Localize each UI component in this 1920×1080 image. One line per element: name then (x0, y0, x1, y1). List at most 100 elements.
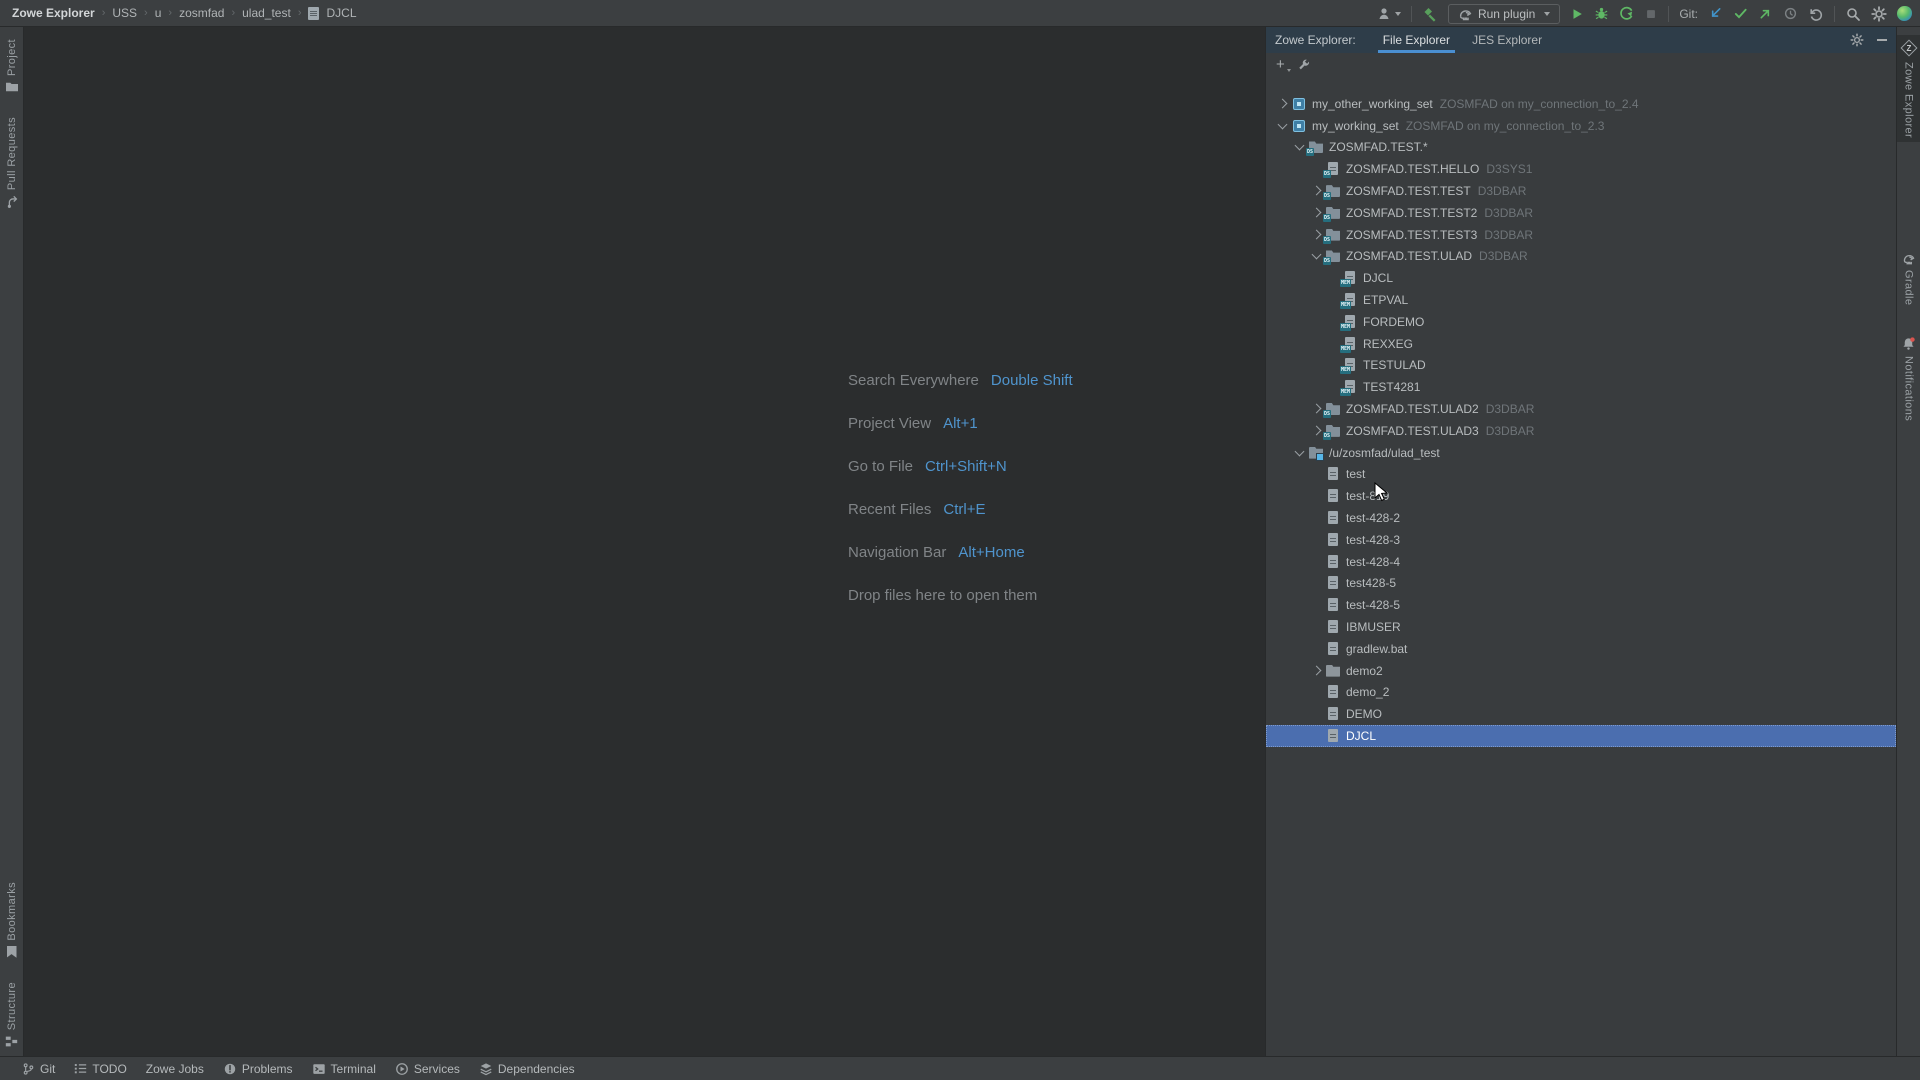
tab-jes-explorer[interactable]: JES Explorer (1467, 27, 1547, 53)
profiler-button[interactable] (1619, 0, 1634, 27)
run-button[interactable] (1570, 0, 1584, 27)
statusbar-item-dependencies[interactable]: Dependencies (479, 1062, 575, 1076)
sidebar-item-pull-requests[interactable]: Pull Requests (0, 113, 23, 213)
tree-row[interactable]: ZOSMFAD.TEST.ULAD2 D3DBAR (1266, 398, 1896, 420)
breadcrumb-label: zosmfad (179, 6, 224, 20)
sidebar-item-structure[interactable]: Structure (0, 978, 23, 1052)
tree-row[interactable]: REXXEG (1266, 333, 1896, 355)
text-file-icon (1325, 510, 1341, 526)
folder-icon (1325, 663, 1341, 679)
tree-row[interactable]: demo_2 (1266, 682, 1896, 704)
chevron-slot (1308, 554, 1325, 570)
settings-button[interactable] (1871, 0, 1887, 27)
tree-row[interactable]: test (1266, 464, 1896, 486)
statusbar-item-services[interactable]: Services (395, 1062, 460, 1076)
tree-row[interactable]: test-428-2 (1266, 507, 1896, 529)
tree-row[interactable]: demo2 (1266, 660, 1896, 682)
shortcut-row: Project View Alt+1 (848, 415, 1073, 458)
wrench-icon[interactable] (1297, 58, 1311, 72)
chevron-slot (1308, 706, 1325, 722)
statusbar-item-problems[interactable]: Problems (223, 1062, 293, 1076)
chevron-right-icon[interactable] (1308, 663, 1325, 679)
add-icon[interactable]: + (1276, 58, 1285, 72)
tree-row[interactable]: test-819 (1266, 485, 1896, 507)
statusbar-item-zowe-jobs[interactable]: Zowe Jobs (146, 1062, 204, 1076)
tree-row[interactable]: DJCL (1266, 725, 1896, 747)
tree-row[interactable]: TESTULAD (1266, 355, 1896, 377)
tree-item-hint: ZOSMFAD on my_connection_to_2.3 (1406, 119, 1605, 133)
tree-row[interactable]: ZOSMFAD.TEST.HELLO D3SYS1 (1266, 158, 1896, 180)
tree-row[interactable]: DEMO (1266, 703, 1896, 725)
tool-window-toolbar: + (1266, 53, 1896, 77)
chevron-slot (1308, 532, 1325, 548)
tree-item-label: DJCL (1346, 729, 1376, 743)
text-file-icon (1325, 641, 1341, 657)
minimize-icon[interactable] (1877, 39, 1887, 41)
breadcrumb-label: ulad_test (242, 6, 291, 20)
tree-item-label: TESTULAD (1363, 358, 1426, 372)
run-configuration-select[interactable]: Run plugin (1448, 4, 1560, 24)
tree-row[interactable]: ZOSMFAD.TEST.ULAD3 D3DBAR (1266, 420, 1896, 442)
push-button[interactable] (1758, 0, 1773, 27)
tree-row[interactable]: my_working_set ZOSMFAD on my_connection_… (1266, 115, 1896, 137)
tree-row[interactable]: TEST4281 (1266, 376, 1896, 398)
text-file-icon (1325, 575, 1341, 591)
tree-row[interactable]: my_other_working_set ZOSMFAD on my_conne… (1266, 93, 1896, 115)
chevron-right-icon[interactable] (1274, 96, 1291, 112)
notification-bell-icon (1901, 336, 1916, 351)
update-project-button[interactable] (1708, 0, 1723, 27)
statusbar-item-git[interactable]: Git (22, 1062, 55, 1076)
breadcrumb-item-file[interactable]: ›DJCL (298, 6, 357, 20)
shortcut-row: Recent Files Ctrl+E (848, 501, 1073, 544)
history-button[interactable] (1783, 0, 1798, 27)
tree-row[interactable]: ZOSMFAD.TEST.* (1266, 137, 1896, 159)
chevron-down-icon[interactable] (1274, 118, 1291, 134)
sidebar-item-zowe-explorer[interactable]: Z Zowe Explorer (1897, 35, 1920, 142)
tree-row[interactable]: ZOSMFAD.TEST.TEST D3DBAR (1266, 180, 1896, 202)
tree-row[interactable]: test-428-5 (1266, 594, 1896, 616)
sidebar-item-notifications[interactable]: Notifications (1897, 332, 1920, 425)
tree-item-label: /u/zosmfad/ulad_test (1329, 446, 1440, 460)
statusbar-item-todo[interactable]: TODO (74, 1062, 126, 1076)
user-menu-button[interactable] (1376, 0, 1401, 27)
sidebar-item-bookmarks[interactable]: Bookmarks (0, 878, 23, 962)
breadcrumb-item[interactable]: Zowe Explorer (12, 6, 95, 20)
breadcrumb-item[interactable]: ›u (144, 6, 161, 20)
tree-row[interactable]: ETPVAL (1266, 289, 1896, 311)
breadcrumb-item[interactable]: ›USS (102, 6, 137, 20)
tree-row[interactable]: gradlew.bat (1266, 638, 1896, 660)
tree-row[interactable]: test428-5 (1266, 573, 1896, 595)
settings-gear-icon[interactable] (1850, 33, 1864, 47)
shortcut-keys: Alt+1 (943, 415, 978, 432)
sidebar-item-project[interactable]: Project (0, 35, 23, 97)
editor-empty-area (25, 28, 1265, 1056)
tree-row[interactable]: IBMUSER (1266, 616, 1896, 638)
tab-file-explorer[interactable]: File Explorer (1378, 27, 1455, 53)
left-tool-window-stripe: Project Pull Requests Bookmarks Structur… (0, 27, 24, 1056)
search-everywhere-button[interactable] (1845, 0, 1861, 27)
tree-row[interactable]: ZOSMFAD.TEST.TEST2 D3DBAR (1266, 202, 1896, 224)
gradle-stripe-label: Gradle (1903, 270, 1915, 305)
chevron-down-icon[interactable] (1291, 445, 1308, 461)
ide-sphere-icon (1897, 6, 1912, 21)
tree-row[interactable]: /u/zosmfad/ulad_test (1266, 442, 1896, 464)
file-icon (308, 7, 319, 20)
tree-row[interactable]: ZOSMFAD.TEST.TEST3 D3DBAR (1266, 224, 1896, 246)
tree-row[interactable]: test-428-3 (1266, 529, 1896, 551)
sidebar-item-gradle[interactable]: Gradle (1897, 248, 1920, 309)
stop-button[interactable] (1644, 0, 1658, 27)
tree-row[interactable]: ZOSMFAD.TEST.ULAD D3DBAR (1266, 246, 1896, 268)
debug-button[interactable] (1594, 0, 1609, 27)
statusbar-item-terminal[interactable]: Terminal (312, 1062, 376, 1076)
ide-logo-button[interactable] (1897, 0, 1912, 27)
build-button[interactable] (1422, 0, 1438, 27)
tree-row[interactable]: test-428-4 (1266, 551, 1896, 573)
breadcrumb-item[interactable]: ›zosmfad (168, 6, 224, 20)
drop-files-hint: Drop files here to open them (848, 587, 1073, 630)
tree-row[interactable]: FORDEMO (1266, 311, 1896, 333)
commit-button[interactable] (1733, 0, 1748, 27)
breadcrumb-item[interactable]: ›ulad_test (231, 6, 290, 20)
rollback-button[interactable] (1808, 0, 1824, 27)
tree-row[interactable]: DJCL (1266, 267, 1896, 289)
ds-folder-icon (1325, 183, 1341, 199)
